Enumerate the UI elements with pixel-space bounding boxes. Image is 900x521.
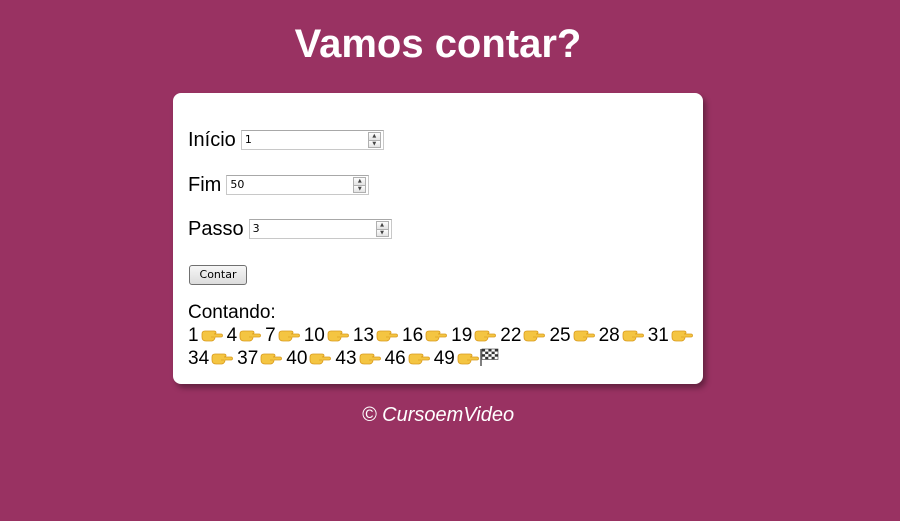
count-number: 46 <box>385 347 430 370</box>
count-number: 25 <box>549 324 595 347</box>
pointing-hand-icon <box>209 348 234 369</box>
count-value: 46 <box>384 348 406 369</box>
count-number: 22 <box>500 324 546 347</box>
pointing-hand-icon <box>199 325 223 346</box>
passo-label: Passo <box>188 218 244 240</box>
count-value: 7 <box>265 325 276 346</box>
count-number: 7 <box>265 324 300 347</box>
count-number: 49 <box>434 347 499 370</box>
footer-credit: © CursoemVideo <box>361 404 515 426</box>
count-value: 49 <box>433 348 455 369</box>
count-value: 34 <box>188 348 210 369</box>
form-card: Início 1 ▲ ▼ Fim 50 ▲ ▼ Passo 3 ▲ ▼ Cont… <box>173 93 703 384</box>
count-number: 31 <box>648 324 693 347</box>
count-value: 28 <box>598 325 620 346</box>
count-number: 37 <box>237 347 283 370</box>
count-value: 1 <box>188 325 199 346</box>
pointing-hand-icon <box>276 325 300 346</box>
count-value: 31 <box>647 325 669 346</box>
spin-down-icon[interactable]: ▼ <box>367 140 381 148</box>
pointing-hand-icon <box>521 325 546 346</box>
result-heading: Contando: <box>188 302 276 323</box>
inicio-value: 1 <box>244 133 252 146</box>
count-sequence: 1 4 7 10 13 16 19 22 25 28 31 34 37 40 43 46 49 <box>188 324 698 370</box>
count-number: 40 <box>286 347 332 370</box>
fim-row: Fim 50 ▲ ▼ <box>188 174 370 196</box>
result-area: Contando: 1 4 7 10 13 16 19 22 25 28 31 34 37 40 43 46 4… <box>188 301 698 370</box>
count-value: 40 <box>286 348 308 369</box>
spin-down-icon[interactable]: ▼ <box>375 229 389 237</box>
spin-up-icon[interactable]: ▲ <box>375 221 389 230</box>
spin-down-icon[interactable]: ▼ <box>353 185 367 193</box>
fim-input[interactable]: 50 ▲ ▼ <box>226 175 370 195</box>
pointing-hand-icon <box>237 325 262 346</box>
count-number: 34 <box>188 347 234 370</box>
count-number: 10 <box>304 324 349 347</box>
count-number: 19 <box>451 324 497 347</box>
inicio-row: Início 1 ▲ ▼ <box>188 129 384 151</box>
contar-button[interactable]: Contar <box>189 265 247 285</box>
count-number: 4 <box>227 324 262 347</box>
fim-value: 50 <box>230 178 245 191</box>
inicio-spinner[interactable]: ▲ ▼ <box>367 132 381 148</box>
pointing-hand-icon <box>406 348 430 369</box>
spin-up-icon[interactable]: ▲ <box>353 177 367 186</box>
page: Vamos contar? Início 1 ▲ ▼ Fim 50 ▲ ▼ Pa… <box>0 0 900 521</box>
count-value: 37 <box>237 348 259 369</box>
count-number: 1 <box>188 324 223 347</box>
pointing-hand-icon <box>307 348 332 369</box>
pointing-hand-icon <box>472 325 497 346</box>
count-value: 10 <box>303 325 325 346</box>
pointing-hand-icon <box>571 325 595 346</box>
inicio-input[interactable]: 1 ▲ ▼ <box>240 130 384 150</box>
count-value: 25 <box>549 325 571 346</box>
count-number: 43 <box>335 347 381 370</box>
pointing-hand-icon <box>325 325 349 346</box>
passo-input[interactable]: 3 ▲ ▼ <box>248 219 392 239</box>
checkered-flag-icon <box>479 348 499 369</box>
pointing-hand-icon <box>423 325 448 346</box>
pointing-hand-icon <box>357 348 381 369</box>
pointing-hand-icon <box>258 348 283 369</box>
fim-spinner[interactable]: ▲ ▼ <box>353 177 367 193</box>
pointing-hand-icon <box>669 325 693 346</box>
count-number: 28 <box>599 324 644 347</box>
passo-row: Passo 3 ▲ ▼ <box>188 218 392 240</box>
count-value: 16 <box>402 325 424 346</box>
count-value: 19 <box>451 325 473 346</box>
page-title: Vamos contar? <box>294 22 582 66</box>
count-value: 13 <box>352 325 375 346</box>
spin-up-icon[interactable]: ▲ <box>367 132 381 141</box>
pointing-hand-icon <box>455 348 479 369</box>
inicio-label: Início <box>188 129 236 151</box>
pointing-hand-icon <box>620 325 644 346</box>
count-value: 4 <box>226 325 238 346</box>
fim-label: Fim <box>188 174 222 196</box>
count-number: 13 <box>353 324 398 347</box>
passo-spinner[interactable]: ▲ ▼ <box>375 221 389 237</box>
pointing-hand-icon <box>374 325 398 346</box>
passo-value: 3 <box>252 222 260 235</box>
count-value: 22 <box>500 325 522 346</box>
count-value: 43 <box>335 348 357 369</box>
count-number: 16 <box>402 324 448 347</box>
